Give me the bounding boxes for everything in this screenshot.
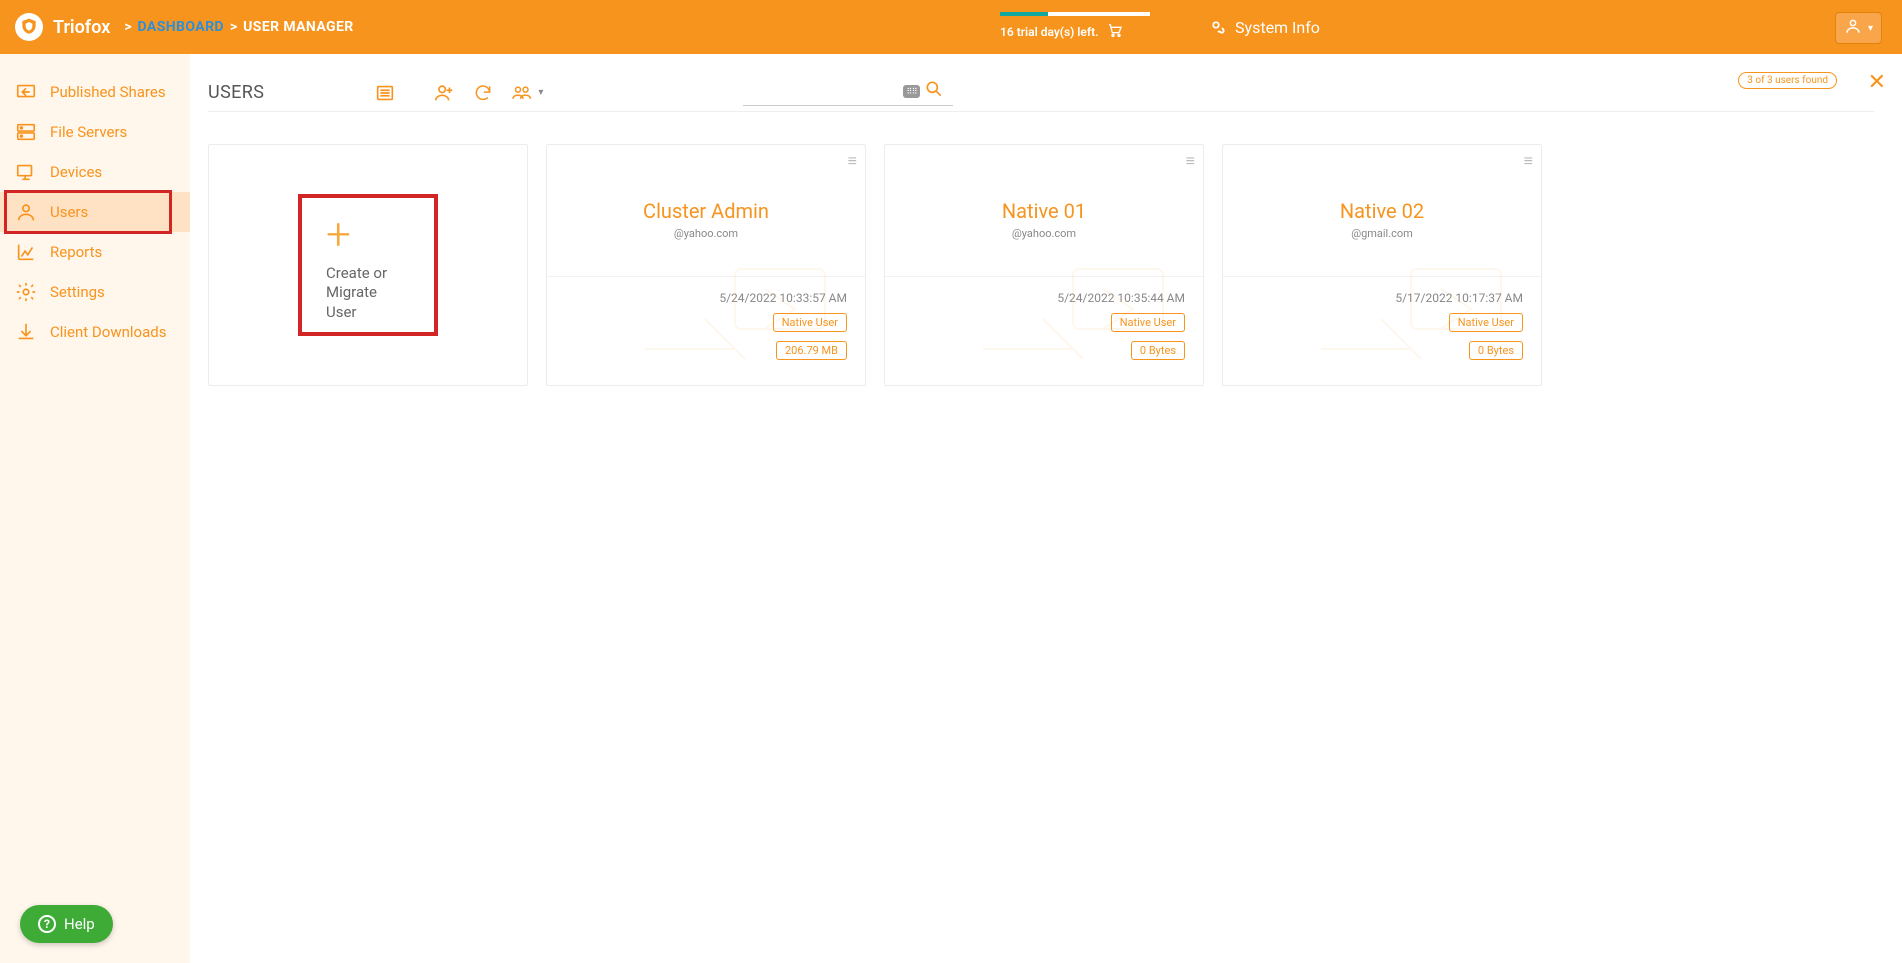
user-timestamp: 5/24/2022 10:35:44 AM: [903, 291, 1185, 305]
brand-logo: [15, 13, 43, 41]
user-timestamp: 5/24/2022 10:33:57 AM: [565, 291, 847, 305]
toolbar: ▾: [374, 81, 543, 105]
app-header: Triofox > DASHBOARD > USER MANAGER 16 tr…: [0, 0, 1902, 54]
sidebar: Published Shares File Servers Devices Us…: [0, 54, 190, 963]
refresh-button[interactable]: [473, 83, 493, 103]
search-icon[interactable]: [924, 79, 944, 103]
search-input[interactable]: [743, 83, 903, 99]
brand-name: Triofox: [53, 17, 110, 38]
create-user-card[interactable]: + Create or Migrate User: [208, 144, 528, 386]
trial-area: 16 trial day(s) left.: [1000, 0, 1150, 54]
device-icon: [14, 161, 38, 183]
create-highlight-box: + Create or Migrate User: [298, 194, 438, 337]
page-title: USERS: [208, 82, 264, 103]
breadcrumb-dashboard[interactable]: DASHBOARD: [138, 19, 224, 35]
sidebar-item-file-servers[interactable]: File Servers: [0, 112, 190, 152]
sidebar-item-users[interactable]: Users: [0, 192, 190, 232]
sidebar-item-published-shares[interactable]: Published Shares: [0, 72, 190, 112]
sidebar-item-label: File Servers: [50, 123, 127, 141]
main-content: USERS ▾ ⠿⠿ 3 of 3 users found ✕ + Create…: [190, 54, 1902, 963]
user-name: Cluster Admin: [643, 199, 769, 223]
add-user-button[interactable]: [433, 82, 455, 104]
keyboard-icon: ⠿⠿: [903, 85, 920, 98]
sidebar-item-settings[interactable]: Settings: [0, 272, 190, 312]
user-type-tag: Native User: [1449, 313, 1523, 332]
user-name: Native 02: [1340, 199, 1424, 223]
chevron-down-icon: ▾: [1868, 23, 1873, 34]
chevron-down-icon: ▾: [538, 87, 543, 98]
system-info-button[interactable]: System Info: [1205, 0, 1320, 54]
user-card[interactable]: ≡ Native 02 @gmail.com 5/17/2022 10:17:3…: [1222, 144, 1542, 386]
breadcrumb-sep: >: [124, 19, 131, 35]
user-type-tag: Native User: [1111, 313, 1185, 332]
user-card[interactable]: ≡ Cluster Admin @yahoo.com 5/24/2022 10:…: [546, 144, 866, 386]
search-area: ⠿⠿: [743, 79, 953, 106]
help-button[interactable]: ? Help: [20, 905, 113, 943]
users-count-pill: 3 of 3 users found: [1738, 72, 1837, 89]
user-size-tag: 206.79 MB: [776, 341, 847, 360]
create-user-label: Create or Migrate User: [326, 264, 410, 323]
breadcrumb-current: USER MANAGER: [243, 19, 353, 35]
user-type-tag: Native User: [773, 313, 847, 332]
sidebar-item-devices[interactable]: Devices: [0, 152, 190, 192]
user-menu-button[interactable]: ▾: [1835, 12, 1882, 44]
help-icon: ?: [38, 915, 56, 933]
gear-icon: [1205, 14, 1227, 40]
chart-icon: [14, 241, 38, 263]
server-icon: [14, 121, 38, 143]
sidebar-item-label: Devices: [50, 163, 102, 181]
cards-container: + Create or Migrate User ≡ Cluster Admin…: [208, 144, 1874, 386]
sidebar-item-label: Client Downloads: [50, 323, 166, 341]
page-header: USERS ▾ ⠿⠿: [208, 74, 1874, 112]
user-email: @gmail.com: [1351, 227, 1413, 240]
group-dropdown-button[interactable]: ▾: [511, 83, 543, 103]
user-size-tag: 0 Bytes: [1469, 341, 1523, 360]
download-icon: [14, 321, 38, 343]
trial-days-label: 16 trial day(s) left.: [1000, 25, 1099, 39]
user-timestamp: 5/17/2022 10:17:37 AM: [1241, 291, 1523, 305]
sidebar-item-label: Users: [50, 203, 88, 221]
sidebar-item-label: Reports: [50, 243, 102, 261]
user-icon: [1844, 17, 1862, 39]
gear-icon: [14, 281, 38, 303]
breadcrumb-sep: >: [230, 19, 237, 35]
user-email: @yahoo.com: [1012, 227, 1076, 240]
list-view-button[interactable]: [374, 82, 396, 104]
sidebar-item-label: Settings: [50, 283, 105, 301]
sidebar-item-client-downloads[interactable]: Client Downloads: [0, 312, 190, 352]
close-button[interactable]: ✕: [1868, 70, 1886, 95]
cart-icon[interactable]: [1107, 22, 1123, 42]
plus-icon: +: [326, 212, 410, 256]
help-label: Help: [64, 915, 95, 933]
sidebar-item-label: Published Shares: [50, 83, 166, 101]
trial-progress: [1000, 12, 1150, 16]
user-size-tag: 0 Bytes: [1131, 341, 1185, 360]
user-card[interactable]: ≡ Native 01 @yahoo.com 5/24/2022 10:35:4…: [884, 144, 1204, 386]
users-icon: [14, 201, 38, 223]
share-icon: [14, 81, 38, 103]
sidebar-item-reports[interactable]: Reports: [0, 232, 190, 272]
system-info-label: System Info: [1235, 18, 1320, 37]
user-email: @yahoo.com: [674, 227, 738, 240]
user-name: Native 01: [1002, 199, 1086, 223]
